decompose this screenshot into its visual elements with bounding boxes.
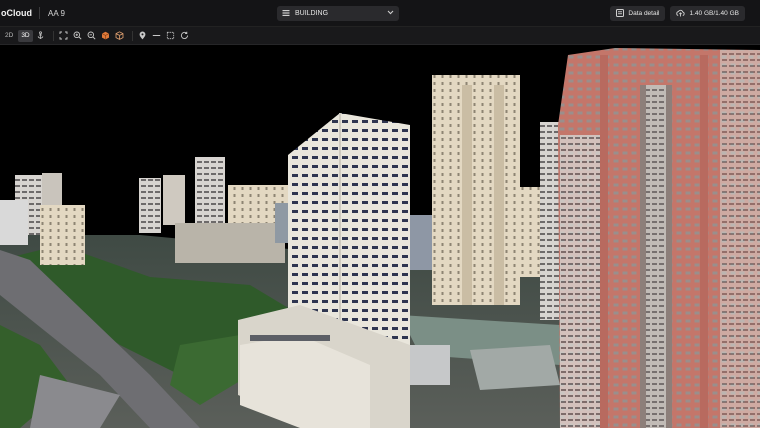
beige-residential-tower [432, 75, 520, 305]
low-building [470, 345, 560, 390]
zoom-out-icon[interactable] [86, 30, 98, 42]
mode-3d-button[interactable]: 3D [18, 29, 33, 42]
app-brand: oCloud [1, 8, 32, 18]
viewer-toolbar: 2D 3D [0, 27, 760, 45]
data-detail-button[interactable]: Data detail [610, 6, 666, 21]
distant-building [40, 205, 85, 265]
layer-select-label: BUILDING [295, 10, 329, 17]
city-model-render [0, 48, 760, 428]
podium-roof [250, 335, 330, 341]
distant-building [517, 187, 541, 277]
layer-select[interactable]: BUILDING [277, 6, 399, 21]
zoom-in-icon[interactable] [72, 30, 84, 42]
mode-2d-button[interactable]: 2D [2, 30, 16, 42]
beige-tower-core [494, 85, 504, 305]
low-building [410, 345, 450, 385]
distant-building [195, 157, 225, 227]
cloud-upload-icon [676, 9, 689, 19]
cube-outline-icon[interactable] [114, 30, 126, 42]
beige-tower-core [462, 85, 472, 305]
location-pin-icon[interactable] [137, 30, 149, 42]
toolbar-separator [131, 30, 133, 41]
storage-usage-button[interactable]: 1.40 GB/1.40 GB [670, 6, 745, 21]
fit-view-icon[interactable] [58, 30, 70, 42]
cube-orange-icon[interactable] [100, 30, 112, 42]
distant-building [410, 215, 435, 270]
data-detail-label: Data detail [628, 10, 660, 17]
chevron-down-icon [387, 10, 394, 17]
top-bar: oCloud AA 9 BUILDING Data detail 1.40 GB… [0, 0, 760, 27]
distant-building [175, 223, 285, 263]
area-measure-icon[interactable] [165, 30, 177, 42]
reset-icon[interactable] [179, 30, 191, 42]
distant-building [163, 175, 185, 225]
layers-icon [282, 9, 290, 19]
distant-building [139, 178, 161, 233]
project-name: AA 9 [48, 8, 65, 18]
toolbar-separator [52, 30, 54, 41]
storage-usage-label: 1.40 GB/1.40 GB [689, 10, 739, 17]
line-measure-icon[interactable] [151, 30, 163, 42]
data-detail-icon [616, 8, 628, 19]
distant-building [275, 203, 289, 243]
header-divider [39, 7, 40, 19]
3d-model-viewport[interactable] [0, 45, 760, 428]
distant-building [0, 200, 28, 245]
anchor-icon[interactable] [35, 30, 47, 42]
